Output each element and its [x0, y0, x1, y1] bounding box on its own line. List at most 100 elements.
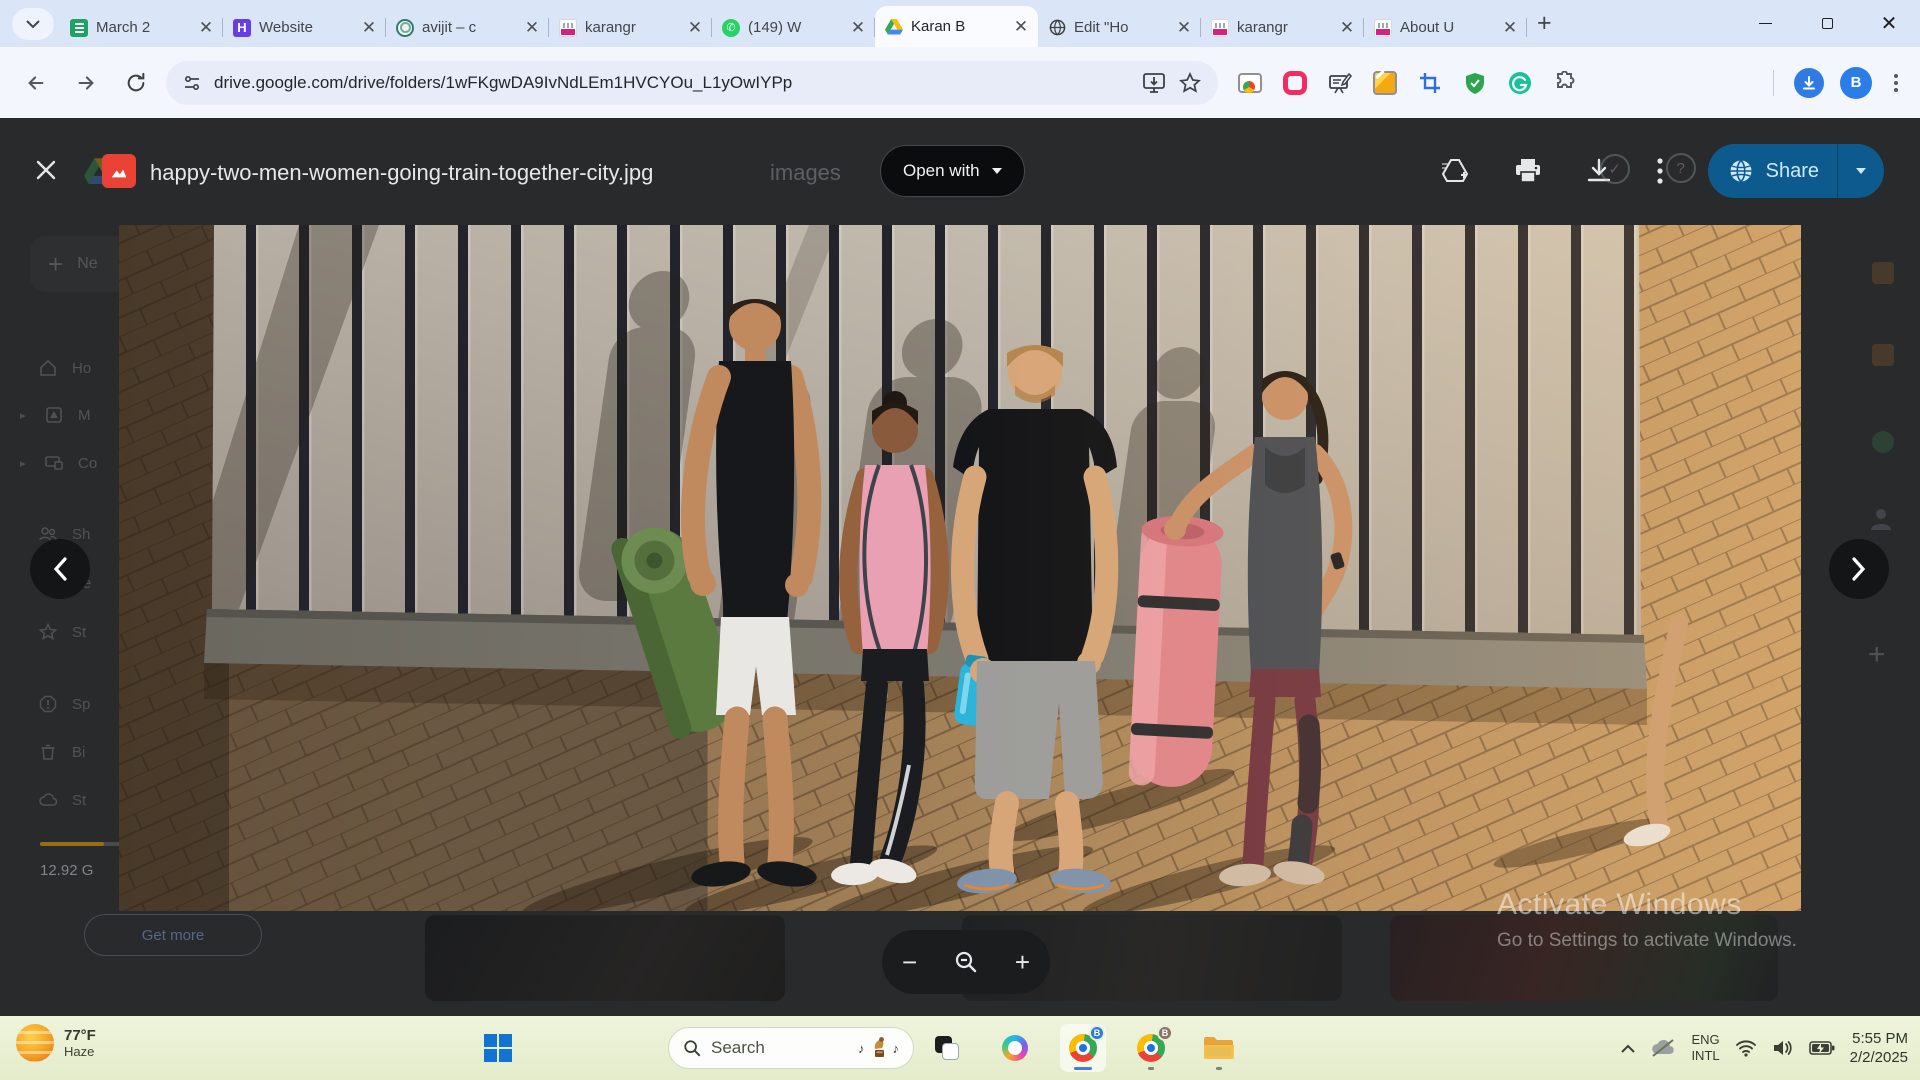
bookmark-star-icon[interactable] [1178, 71, 1202, 95]
tab-avijit[interactable]: avijit – c ✕ [386, 8, 549, 47]
tray-overflow-button[interactable] [1621, 1044, 1635, 1053]
tab-website[interactable]: H Website ✕ [223, 8, 386, 47]
zoom-out-button[interactable]: − [902, 949, 917, 975]
omnibox[interactable]: drive.google.com/drive/folders/1wFKgwDA9… [166, 61, 1218, 105]
tab-edit-home[interactable]: Edit "Ho ✕ [1038, 8, 1201, 47]
tab-manager-extension-icon[interactable] [1236, 69, 1264, 97]
search-icon [683, 1039, 701, 1057]
profile-avatar[interactable]: B [1840, 67, 1872, 99]
zoom-in-button[interactable]: + [1015, 949, 1030, 975]
add-to-drive-icon [1440, 157, 1470, 185]
tab-close-icon[interactable]: ✕ [1501, 18, 1519, 38]
next-image-button[interactable] [1829, 539, 1889, 599]
maximize-button[interactable] [1796, 0, 1858, 47]
minimize-button[interactable] [1734, 0, 1796, 47]
windows-logo-icon [483, 1033, 513, 1063]
tray-time: 5:55 PM [1850, 1029, 1908, 1049]
tab-whatsapp[interactable]: ✆ (149) W ✕ [712, 8, 875, 47]
grammarly-extension-icon[interactable] [1506, 69, 1534, 97]
close-window-button[interactable]: ✕ [1858, 0, 1920, 47]
forward-button[interactable] [66, 63, 106, 103]
tab-close-icon[interactable]: ✕ [1175, 18, 1193, 38]
downloads-button[interactable] [1794, 68, 1824, 98]
whiteboard-extension-icon[interactable] [1326, 69, 1354, 97]
chrome-menu-button[interactable] [1888, 68, 1904, 98]
tab-search-button[interactable] [12, 8, 54, 40]
magnifier-icon[interactable] [954, 950, 978, 974]
tab-about-us[interactable]: About U ✕ [1364, 8, 1527, 47]
sidebar-item-bin: Bi [38, 742, 85, 762]
file-explorer-icon [1203, 1035, 1235, 1061]
get-more-storage-button[interactable]: Get more [84, 914, 262, 956]
gramophone-icon [867, 1036, 891, 1060]
share-dropdown-button[interactable] [1838, 144, 1884, 198]
karan-logo-icon [559, 19, 577, 37]
volume-button[interactable] [1772, 1039, 1794, 1057]
task-view-icon [935, 1036, 959, 1060]
pink-extension-icon[interactable] [1281, 69, 1309, 97]
copilot-button[interactable] [992, 1024, 1038, 1072]
tab-karangroup-2[interactable]: karangr ✕ [1201, 8, 1364, 47]
url-text[interactable]: drive.google.com/drive/folders/1wFKgwDA9… [214, 73, 1130, 93]
tab-close-icon[interactable]: ✕ [197, 18, 215, 38]
tab-karangroup-1[interactable]: karangr ✕ [549, 8, 712, 47]
file-explorer-button[interactable] [1196, 1024, 1242, 1072]
contacts-rail-icon [1866, 504, 1896, 534]
share-button[interactable]: Share [1708, 144, 1884, 198]
tab-close-icon[interactable]: ✕ [523, 18, 541, 38]
yellow-extension-icon[interactable] [1371, 69, 1399, 97]
browser-navbar: drive.google.com/drive/folders/1wFKgwDA9… [0, 47, 1920, 118]
calendar-rail-icon [1872, 262, 1894, 284]
navbar-right-cluster: B [1769, 67, 1904, 99]
onedrive-button[interactable] [1650, 1038, 1676, 1058]
search-highlight-icon[interactable]: ♪ ♪ [858, 1036, 899, 1060]
reload-button[interactable] [116, 63, 156, 103]
language-switcher[interactable]: ENG INTL [1691, 1032, 1719, 1063]
bin-icon [38, 742, 58, 762]
new-tab-button[interactable]: + [1537, 9, 1552, 38]
open-with-button[interactable]: Open with [880, 145, 1025, 197]
start-button[interactable] [483, 1033, 513, 1068]
lang-top: ENG [1691, 1032, 1719, 1048]
tab-close-icon[interactable]: ✕ [1338, 18, 1356, 38]
install-app-icon[interactable] [1142, 72, 1166, 94]
chrome-taskbar-active[interactable]: B [1060, 1024, 1106, 1072]
sidebar-new-label: Ne [77, 255, 97, 273]
extensions-puzzle-icon[interactable] [1551, 69, 1579, 97]
globe-icon [1048, 19, 1066, 37]
add-shortcut-button[interactable] [1440, 157, 1470, 185]
tasks-rail-icon [1872, 431, 1894, 453]
clock-widget[interactable]: 5:55 PM 2/2/2025 [1850, 1029, 1908, 1068]
previous-image-button[interactable] [30, 539, 90, 599]
preview-filename: happy-two-men-women-going-train-together… [150, 160, 653, 186]
print-button[interactable] [1514, 158, 1542, 184]
tab-close-icon[interactable]: ✕ [686, 18, 704, 38]
task-view-button[interactable] [924, 1024, 970, 1072]
tab-march[interactable]: March 2 ✕ [60, 8, 223, 47]
weather-widget[interactable]: 77°F Haze [16, 1024, 96, 1062]
more-options-button[interactable]: ? [1656, 157, 1664, 185]
download-button[interactable]: ✓ [1586, 158, 1612, 184]
caret-down-icon [992, 168, 1002, 174]
photo-preview[interactable] [119, 225, 1801, 911]
taskbar-search[interactable]: Search ♪ ♪ [668, 1027, 914, 1069]
tab-close-icon[interactable]: ✕ [849, 18, 867, 38]
close-preview-button[interactable] [34, 158, 58, 187]
crop-extension-icon[interactable] [1416, 69, 1444, 97]
battery-button[interactable] [1809, 1041, 1835, 1055]
wifi-button[interactable] [1735, 1039, 1757, 1057]
wifi-icon [1735, 1039, 1757, 1057]
shield-extension-icon[interactable] [1461, 69, 1489, 97]
tab-title: karangr [1237, 19, 1330, 36]
back-button[interactable] [16, 63, 56, 103]
site-info-icon[interactable] [182, 73, 202, 93]
tab-close-icon[interactable]: ✕ [1012, 17, 1030, 37]
my-drive-icon [44, 405, 64, 425]
share-main[interactable]: Share [1708, 144, 1837, 198]
profile-badge-b: B [1089, 1025, 1105, 1041]
print-icon [1514, 158, 1542, 184]
chrome-taskbar-second[interactable]: B [1128, 1024, 1174, 1072]
tab-title: (149) W [748, 19, 841, 36]
tab-drive-active[interactable]: Karan B ✕ [875, 6, 1038, 47]
tab-close-icon[interactable]: ✕ [360, 18, 378, 38]
